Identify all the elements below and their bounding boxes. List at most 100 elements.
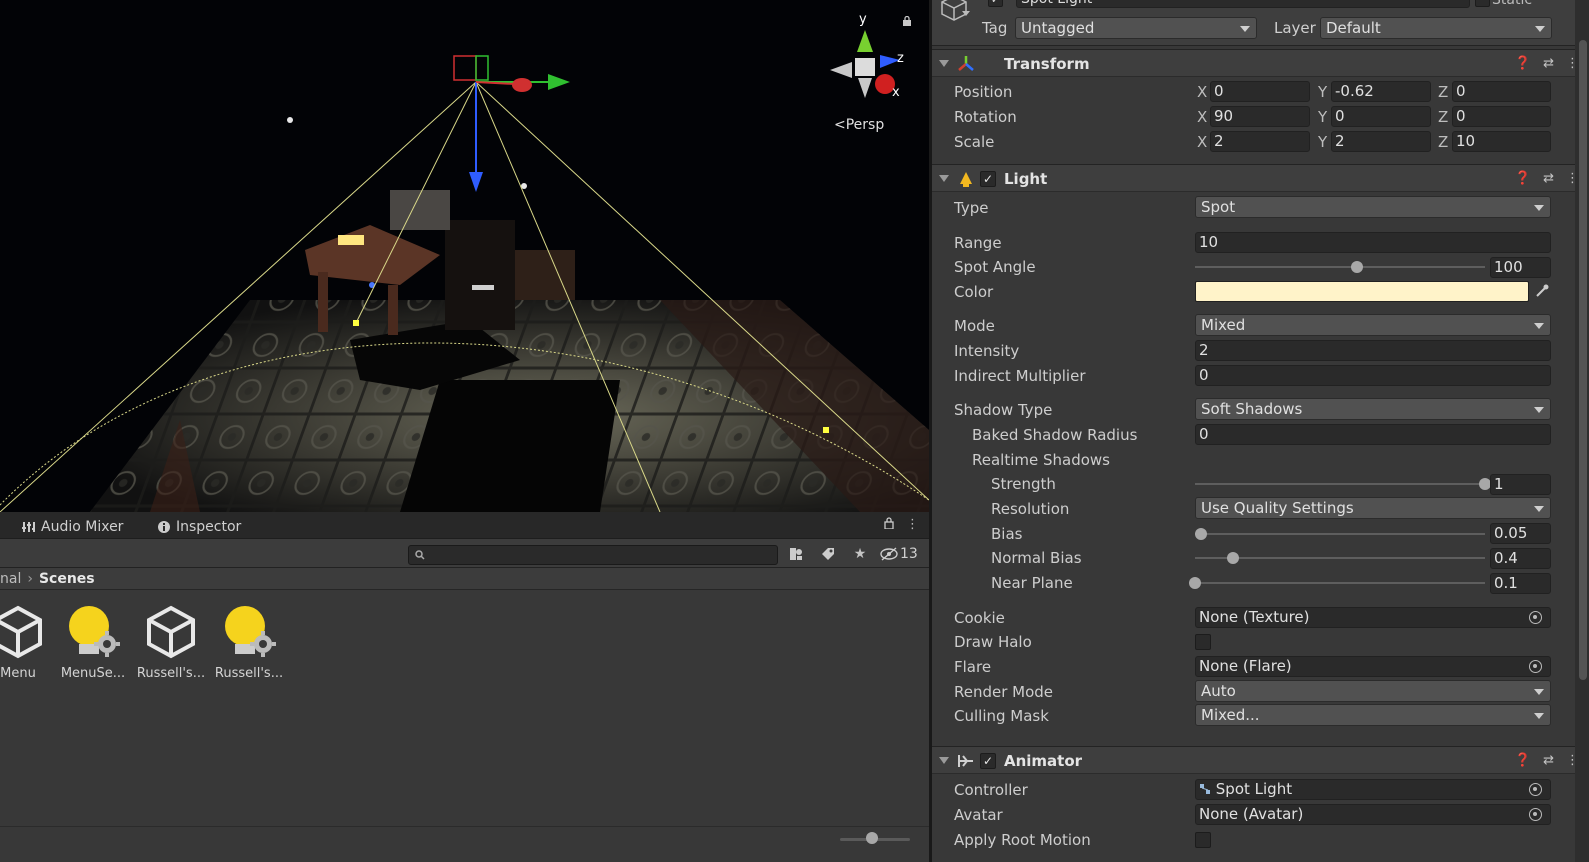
scrollbar-thumb[interactable]	[1579, 40, 1587, 680]
foldout-arrow-icon[interactable]	[939, 757, 949, 764]
draw-halo-checkbox[interactable]	[1195, 634, 1211, 650]
static-checkbox[interactable]	[1475, 0, 1490, 7]
scale-y-field[interactable]: 2	[1331, 131, 1431, 152]
strength-field[interactable]: 1	[1490, 474, 1551, 495]
asset-item[interactable]: Menu	[0, 604, 58, 681]
object-picker-icon[interactable]	[1529, 783, 1542, 796]
panel-menu-icon[interactable]: ⋮	[906, 517, 919, 532]
cone-handle[interactable]	[353, 320, 359, 326]
presets-icon[interactable]: ⇄	[1543, 753, 1554, 768]
axis-z-label[interactable]: Z	[1438, 83, 1448, 101]
light-type-dropdown[interactable]: Spot	[1195, 196, 1551, 218]
presets-icon[interactable]: ⇄	[1543, 171, 1554, 186]
light-color-swatch[interactable]	[1195, 281, 1529, 302]
axis-z-label[interactable]: Z	[1438, 133, 1448, 151]
favorites-button[interactable]: ★	[848, 543, 872, 565]
tab-audio-mixer[interactable]: Audio Mixer	[22, 516, 123, 538]
axis-z-label[interactable]: Z	[1438, 108, 1448, 126]
gameobject-name-field[interactable]: Spot Light	[1016, 0, 1470, 8]
axis-x-label[interactable]: X	[1197, 108, 1207, 126]
projection-toggle[interactable]: <Persp	[834, 117, 884, 133]
normal-bias-slider-handle[interactable]	[1226, 552, 1239, 564]
breadcrumb-current[interactable]: Scenes	[39, 571, 95, 587]
apply-root-motion-checkbox[interactable]	[1195, 832, 1211, 848]
resolution-value: Use Quality Settings	[1201, 499, 1354, 517]
flare-object-field[interactable]: None (Flare)	[1195, 656, 1551, 677]
tag-dropdown[interactable]: Untagged	[1015, 17, 1257, 39]
asset-item[interactable]: MenuSe...	[53, 604, 133, 681]
help-icon[interactable]: ❓	[1515, 753, 1531, 768]
rotation-z-field[interactable]: 0	[1452, 106, 1551, 127]
near-plane-field[interactable]: 0.1	[1490, 573, 1551, 594]
search-by-type-button[interactable]	[784, 543, 808, 565]
object-picker-icon[interactable]	[1529, 808, 1542, 821]
resolution-dropdown[interactable]: Use Quality Settings	[1195, 497, 1551, 519]
foldout-arrow-icon[interactable]	[939, 175, 949, 182]
spot-angle-slider[interactable]	[1195, 266, 1485, 268]
breadcrumb-parent[interactable]: nal	[0, 571, 21, 587]
axis-x-label[interactable]: X	[1197, 83, 1207, 101]
axis-x-label[interactable]: X	[1197, 133, 1207, 151]
foldout-arrow-icon[interactable]	[939, 60, 949, 67]
transform-header[interactable]: Transform ❓ ⇄ ⋮	[932, 49, 1589, 77]
icon-dropdown-arrow-icon[interactable]	[962, 11, 970, 16]
active-checkbox[interactable]: ✓	[988, 0, 1003, 7]
asset-item[interactable]: Russell's...	[209, 604, 289, 681]
scale-x-field[interactable]: 2	[1210, 131, 1310, 152]
light-enabled-checkbox[interactable]: ✓	[980, 171, 996, 187]
help-icon[interactable]: ❓	[1515, 171, 1531, 186]
position-x-field[interactable]: 0	[1210, 81, 1310, 102]
light-mode-dropdown[interactable]: Mixed	[1195, 314, 1551, 336]
rotation-x-field[interactable]: 90	[1210, 106, 1310, 127]
tab-inspector[interactable]: Inspector	[158, 516, 241, 538]
scale-z-field[interactable]: 10	[1452, 131, 1551, 152]
rotation-y-field[interactable]: 0	[1331, 106, 1431, 127]
intensity-field[interactable]: 2	[1195, 340, 1551, 361]
animator-enabled-checkbox[interactable]: ✓	[980, 753, 996, 769]
axis-y-label[interactable]: Y	[1318, 108, 1327, 126]
near-plane-slider[interactable]	[1195, 582, 1485, 584]
spot-angle-slider-handle[interactable]	[1351, 261, 1364, 273]
scene-render[interactable]: y z x	[0, 0, 929, 512]
project-search[interactable]	[408, 545, 778, 565]
position-y-field[interactable]: -0.62	[1331, 81, 1431, 102]
layer-dropdown[interactable]: Default	[1320, 17, 1552, 39]
lock-icon[interactable]	[902, 16, 912, 26]
range-field[interactable]: 10	[1195, 232, 1551, 253]
search-by-label-button[interactable]	[816, 543, 840, 565]
shadow-type-dropdown[interactable]: Soft Shadows	[1195, 398, 1551, 420]
bias-field[interactable]: 0.05	[1490, 523, 1551, 544]
render-mode-dropdown[interactable]: Auto	[1195, 680, 1551, 702]
spot-angle-field[interactable]: 100	[1490, 257, 1551, 278]
near-plane-slider-handle[interactable]	[1189, 577, 1201, 589]
axis-y-label[interactable]: Y	[1318, 133, 1327, 151]
bias-slider-handle[interactable]	[1194, 528, 1207, 540]
axis-y-label[interactable]: Y	[1318, 83, 1327, 101]
asset-item[interactable]: Russell's...	[131, 604, 211, 681]
panel-lock-icon[interactable]	[884, 517, 894, 529]
inspector-scrollbar[interactable]	[1575, 0, 1589, 862]
baked-shadow-radius-field[interactable]: 0	[1195, 424, 1551, 445]
avatar-object-field[interactable]: None (Avatar)	[1195, 804, 1551, 825]
normal-bias-field[interactable]: 0.4	[1490, 548, 1551, 569]
icon-size-slider-handle[interactable]	[866, 832, 878, 844]
project-statusbar	[0, 826, 929, 862]
animator-header[interactable]: ✓ Animator ❓ ⇄ ⋮	[932, 746, 1589, 774]
object-picker-icon[interactable]	[1529, 660, 1542, 673]
help-icon[interactable]: ❓	[1515, 56, 1531, 71]
bias-slider[interactable]	[1195, 533, 1485, 535]
indirect-multiplier-field[interactable]: 0	[1195, 365, 1551, 386]
cookie-object-field[interactable]: None (Texture)	[1195, 607, 1551, 628]
strength-slider[interactable]	[1195, 483, 1485, 485]
cone-handle[interactable]	[823, 427, 829, 433]
object-picker-icon[interactable]	[1529, 611, 1542, 624]
search-input[interactable]	[409, 546, 777, 564]
eyedropper-icon[interactable]	[1535, 284, 1549, 298]
hidden-packages-toggle[interactable]: 13	[880, 546, 918, 562]
position-z-field[interactable]: 0	[1452, 81, 1551, 102]
scene-view[interactable]: y z x <Persp	[0, 0, 929, 512]
presets-icon[interactable]: ⇄	[1543, 56, 1554, 71]
light-header[interactable]: ✓ Light ❓ ⇄ ⋮	[932, 164, 1589, 192]
controller-object-field[interactable]: Spot Light	[1195, 779, 1551, 800]
culling-mask-dropdown[interactable]: Mixed...	[1195, 704, 1551, 726]
